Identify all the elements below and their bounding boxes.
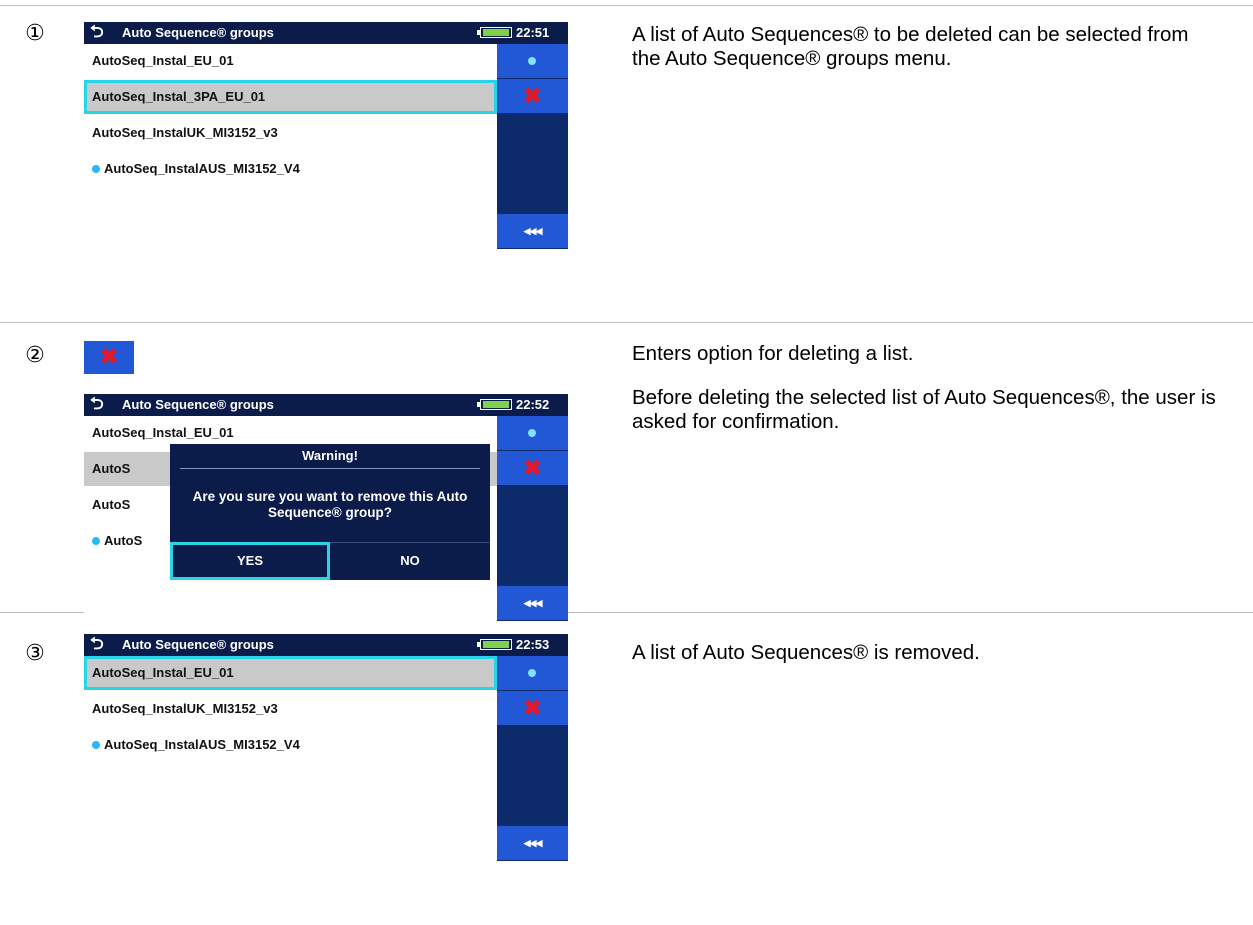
delete-button[interactable]: ✖: [497, 691, 568, 726]
description-text: Enters option for deleting a list.: [632, 342, 914, 365]
dialog-title: Warning!: [302, 448, 358, 463]
delete-icon: ✖: [523, 695, 542, 720]
delete-key-icon: ✖: [84, 341, 134, 374]
step-number-2: ②: [25, 343, 45, 368]
dialog-message: Are you sure you want to remove this Aut…: [192, 489, 468, 520]
delete-icon: ✖: [99, 344, 119, 369]
select-button[interactable]: [497, 44, 568, 79]
list-item-label: AutoSeq_Instal_EU_01: [92, 53, 234, 68]
back-triple-icon: ◀◀◀: [523, 226, 543, 236]
back-button[interactable]: ◀◀◀: [497, 826, 568, 861]
row-divider-1: [0, 322, 1253, 323]
list-item-label: AutoS: [92, 497, 131, 512]
back-button[interactable]: ◀◀◀: [497, 586, 568, 621]
step2-description: Enters option for deleting a list. Befor…: [632, 342, 1222, 450]
group-list: AutoSeq_Instal_EU_01 AutoSeq_Instal_3PA_…: [84, 44, 497, 249]
back-triple-icon: ◀◀◀: [523, 838, 543, 848]
list-item[interactable]: AutoSeq_InstalUK_MI3152_v3: [84, 692, 497, 726]
screen-title: Auto Sequence® groups: [122, 397, 274, 412]
device-screen-step1: ⮌ Auto Sequence® groups 22:51 AutoSeq_In…: [84, 22, 568, 249]
dot-icon: [528, 57, 536, 65]
active-dot-icon: [92, 165, 100, 173]
device-screen-step2: ⮌ Auto Sequence® groups 22:52 AutoSeq_In…: [84, 394, 568, 621]
side-toolbar: ✖ ◀◀◀: [497, 416, 568, 621]
list-item[interactable]: AutoSeq_InstalAUS_MI3152_V4: [84, 152, 497, 186]
delete-icon: ✖: [523, 83, 542, 108]
dialog-divider: [180, 468, 480, 469]
battery-icon: [477, 639, 512, 650]
step-number-3: ③: [25, 641, 45, 666]
screen-title: Auto Sequence® groups: [122, 637, 274, 652]
list-item-label: AutoSeq_InstalAUS_MI3152_V4: [104, 161, 300, 176]
list-item-label: AutoSeq_InstalAUS_MI3152_V4: [104, 737, 300, 752]
battery-icon: [477, 27, 512, 38]
description-text: A list of Auto Sequences® is removed.: [632, 641, 980, 664]
clock-time: 22:52: [516, 397, 550, 412]
list-item[interactable]: AutoSeq_Instal_EU_01: [84, 44, 497, 78]
select-button[interactable]: [497, 416, 568, 451]
list-item[interactable]: AutoSeq_InstalUK_MI3152_v3: [84, 116, 497, 150]
side-toolbar: ✖ ◀◀◀: [497, 44, 568, 249]
delete-button[interactable]: ✖: [497, 79, 568, 114]
delete-icon: ✖: [523, 455, 542, 480]
list-item-label: AutoS: [104, 533, 143, 548]
list-item-label: AutoSeq_InstalUK_MI3152_v3: [92, 701, 278, 716]
description-text: Before deleting the selected list of Aut…: [632, 386, 1216, 433]
active-dot-icon: [92, 741, 100, 749]
row-divider-top: [0, 5, 1253, 6]
step3-description: A list of Auto Sequences® is removed.: [632, 641, 1222, 681]
back-icon[interactable]: ⮌: [90, 394, 104, 414]
list-item[interactable]: AutoSeq_InstalAUS_MI3152_V4: [84, 728, 497, 762]
back-icon[interactable]: ⮌: [90, 22, 104, 42]
list-item-label: AutoSeq_Instal_EU_01: [92, 665, 234, 680]
back-triple-icon: ◀◀◀: [523, 598, 543, 608]
list-item-label: AutoSeq_InstalUK_MI3152_v3: [92, 125, 278, 140]
back-icon[interactable]: ⮌: [90, 634, 104, 654]
clock-time: 22:53: [516, 637, 550, 652]
dot-icon: [528, 429, 536, 437]
group-list: AutoSeq_Instal_EU_01 AutoSeq_InstalUK_MI…: [84, 656, 497, 861]
select-button[interactable]: [497, 656, 568, 691]
back-button[interactable]: ◀◀◀: [497, 214, 568, 249]
yes-button[interactable]: YES: [170, 542, 330, 580]
list-item-selected[interactable]: AutoSeq_Instal_EU_01: [84, 656, 497, 690]
step-number-1: ①: [25, 21, 45, 46]
battery-icon: [477, 399, 512, 410]
no-button[interactable]: NO: [330, 542, 490, 580]
delete-button[interactable]: ✖: [497, 451, 568, 486]
description-text: A list of Auto Sequences® to be deleted …: [632, 23, 1189, 70]
dot-icon: [528, 669, 536, 677]
screen-header: ⮌ Auto Sequence® groups 22:51: [84, 22, 568, 44]
active-dot-icon: [92, 537, 100, 545]
list-item-label: AutoSeq_Instal_3PA_EU_01: [92, 89, 266, 104]
screen-header: ⮌ Auto Sequence® groups 22:53: [84, 634, 568, 656]
list-item-selected[interactable]: AutoSeq_Instal_3PA_EU_01: [84, 80, 497, 114]
clock-time: 22:51: [516, 25, 550, 40]
list-item-label: AutoS: [92, 461, 131, 476]
screen-title: Auto Sequence® groups: [122, 25, 274, 40]
step1-description: A list of Auto Sequences® to be deleted …: [632, 23, 1222, 87]
device-screen-step3: ⮌ Auto Sequence® groups 22:53 AutoSeq_In…: [84, 634, 568, 861]
screen-header: ⮌ Auto Sequence® groups 22:52: [84, 394, 568, 416]
side-toolbar: ✖ ◀◀◀: [497, 656, 568, 861]
warning-dialog: Warning! Are you sure you want to remove…: [170, 444, 490, 580]
